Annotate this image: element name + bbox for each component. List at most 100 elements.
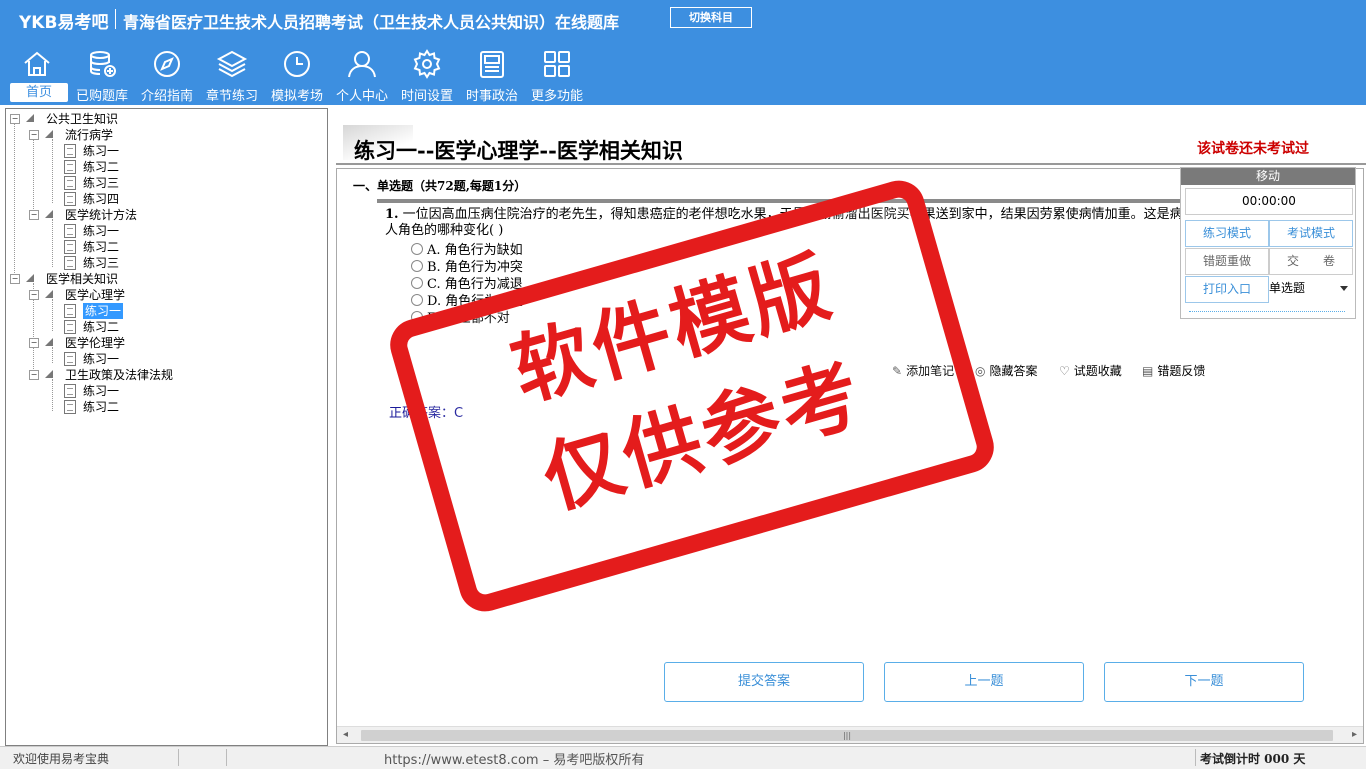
document-icon [64,192,76,206]
hide-answer-button[interactable]: ◎ 隐藏答案 [975,362,1038,379]
document-icon [64,176,76,190]
error-feedback-button[interactable]: ▤ 错题反馈 [1142,362,1205,379]
control-panel: 移动 00:00:00 练习模式 考试模式 错题重做 交 卷 打印入口 单选题 [1180,167,1356,319]
option-a[interactable]: A. 角色行为缺如 [411,242,523,259]
tree-line [52,299,53,331]
radio-icon[interactable] [411,243,423,255]
copyright-url: https://www.etest8.com – 易考吧版权所有 [384,753,645,768]
tree-line [14,123,15,283]
nav-personal-center-label: 个人中心 [335,89,388,104]
nav-chapter-practice[interactable]: 章节练习 [200,48,264,104]
news-icon [480,51,504,78]
tree-line [52,347,53,363]
folder-triangle-icon [45,290,53,298]
nav-mock-exam[interactable]: 模拟考场 [265,48,329,104]
next-question-button[interactable]: 下一题 [1104,662,1304,702]
nav-personal-center[interactable]: 个人中心 [330,48,394,104]
exam-mode-button[interactable]: 考试模式 [1269,220,1353,247]
app-header: YKB易考吧 青海省医疗卫生技术人员招聘考试（卫生技术人员公共知识）在线题库 切… [0,0,1366,105]
app-logo: YKB易考吧 [19,13,109,33]
collapse-icon[interactable]: − [29,210,39,220]
status-bar: 欢迎使用易考宝典 https://www.etest8.com – 易考吧版权所… [0,746,1366,769]
collapse-icon[interactable]: − [29,370,39,380]
welcome-text: 欢迎使用易考宝典 [13,752,110,766]
document-icon [64,304,76,318]
option-c[interactable]: C. 角色行为减退 [411,276,523,293]
scrollbar-thumb[interactable]: ||| [361,730,1333,741]
horizontal-scrollbar[interactable]: ◂ ||| ▸ [337,726,1363,743]
statusbar-separator [226,749,227,766]
chapter-tree[interactable]: − 公共卫生知识 − 流行病学 练习一 练习二 练习三 练习四 − 医学统计方法… [5,108,328,746]
layers-icon [216,50,248,78]
paper-title: 练习一--医学心理学--医学相关知识 [354,138,683,163]
collapse-icon[interactable]: − [29,338,39,348]
home-icon [24,51,50,76]
nav-current-affairs[interactable]: 时事政治 [460,48,524,104]
scroll-right-icon[interactable]: ▸ [1352,729,1357,740]
folder-triangle-icon [45,370,53,378]
nav-time-settings-label: 时间设置 [400,89,453,104]
collapse-icon[interactable]: − [10,114,20,124]
tree-line [33,139,34,219]
document-icon [64,384,76,398]
title-divider [336,163,1366,165]
question-card-topbar [377,199,1187,203]
database-icon [90,51,116,77]
folder-triangle-icon [26,274,34,282]
clock-icon [284,51,310,77]
document-icon [64,240,76,254]
document-icon [64,320,76,334]
nav-home-label: 首页 [10,83,68,102]
scroll-left-icon[interactable]: ◂ [343,729,348,740]
nav-chapter-practice-label: 章节练习 [205,89,258,104]
submit-answer-button[interactable]: 提交答案 [664,662,864,702]
practice-mode-button[interactable]: 练习模式 [1185,220,1269,247]
print-entry-button[interactable]: 打印入口 [1185,276,1269,303]
redo-wrong-button[interactable]: 错题重做 [1185,248,1269,275]
nav-more-features-label: 更多功能 [530,89,583,104]
document-icon [64,256,76,270]
radio-icon[interactable] [411,294,423,306]
tree-line [52,219,53,267]
document-icon [64,144,76,158]
question-number: 1. [385,207,399,222]
user-icon [348,51,376,78]
option-b[interactable]: B. 角色行为冲突 [411,259,523,276]
nav-mock-exam-label: 模拟考场 [270,89,323,104]
nav-home[interactable]: 首页 [5,48,69,104]
folder-triangle-icon [45,210,53,218]
logo-separator [115,9,116,29]
radio-icon[interactable] [411,260,423,272]
grid-icon [544,51,570,77]
folder-triangle-icon [45,130,53,138]
gear-icon [413,49,441,79]
hand-in-button[interactable]: 交 卷 [1269,248,1353,275]
timer-display: 00:00:00 [1185,188,1353,215]
statusbar-separator [178,749,179,766]
app-title: 青海省医疗卫生技术人员招聘考试（卫生技术人员公共知识）在线题库 [123,13,620,32]
nav-more-features[interactable]: 更多功能 [525,48,589,104]
panel-move-handle[interactable]: 移动 [1181,168,1355,185]
favorite-question-button[interactable]: ♡ 试题收藏 [1059,362,1122,379]
question-type-select[interactable]: 单选题 [1269,276,1352,301]
heart-icon: ♡ [1059,364,1070,378]
nav-guide-label: 介绍指南 [140,89,193,104]
exam-countdown: 考试倒计时 000 天 [1200,752,1306,766]
panel-bottom-border [1189,311,1345,312]
previous-question-button[interactable]: 上一题 [884,662,1084,702]
exam-status-text: 该试卷还未考试过 [1197,141,1309,157]
collapse-icon[interactable]: − [10,274,20,284]
document-icon [64,352,76,366]
nav-guide[interactable]: 介绍指南 [135,48,199,104]
folder-triangle-icon [45,338,53,346]
eye-icon: ◎ [975,364,986,378]
collapse-icon[interactable]: − [29,130,39,140]
collapse-icon[interactable]: − [29,290,39,300]
document-icon [64,224,76,238]
nav-purchased[interactable]: 已购题库 [70,48,134,104]
switch-subject-button[interactable]: 切换科目 [670,7,752,28]
folder-triangle-icon [26,114,34,122]
radio-icon[interactable] [411,277,423,289]
nav-time-settings[interactable]: 时间设置 [395,48,459,104]
tree-line [52,379,53,411]
